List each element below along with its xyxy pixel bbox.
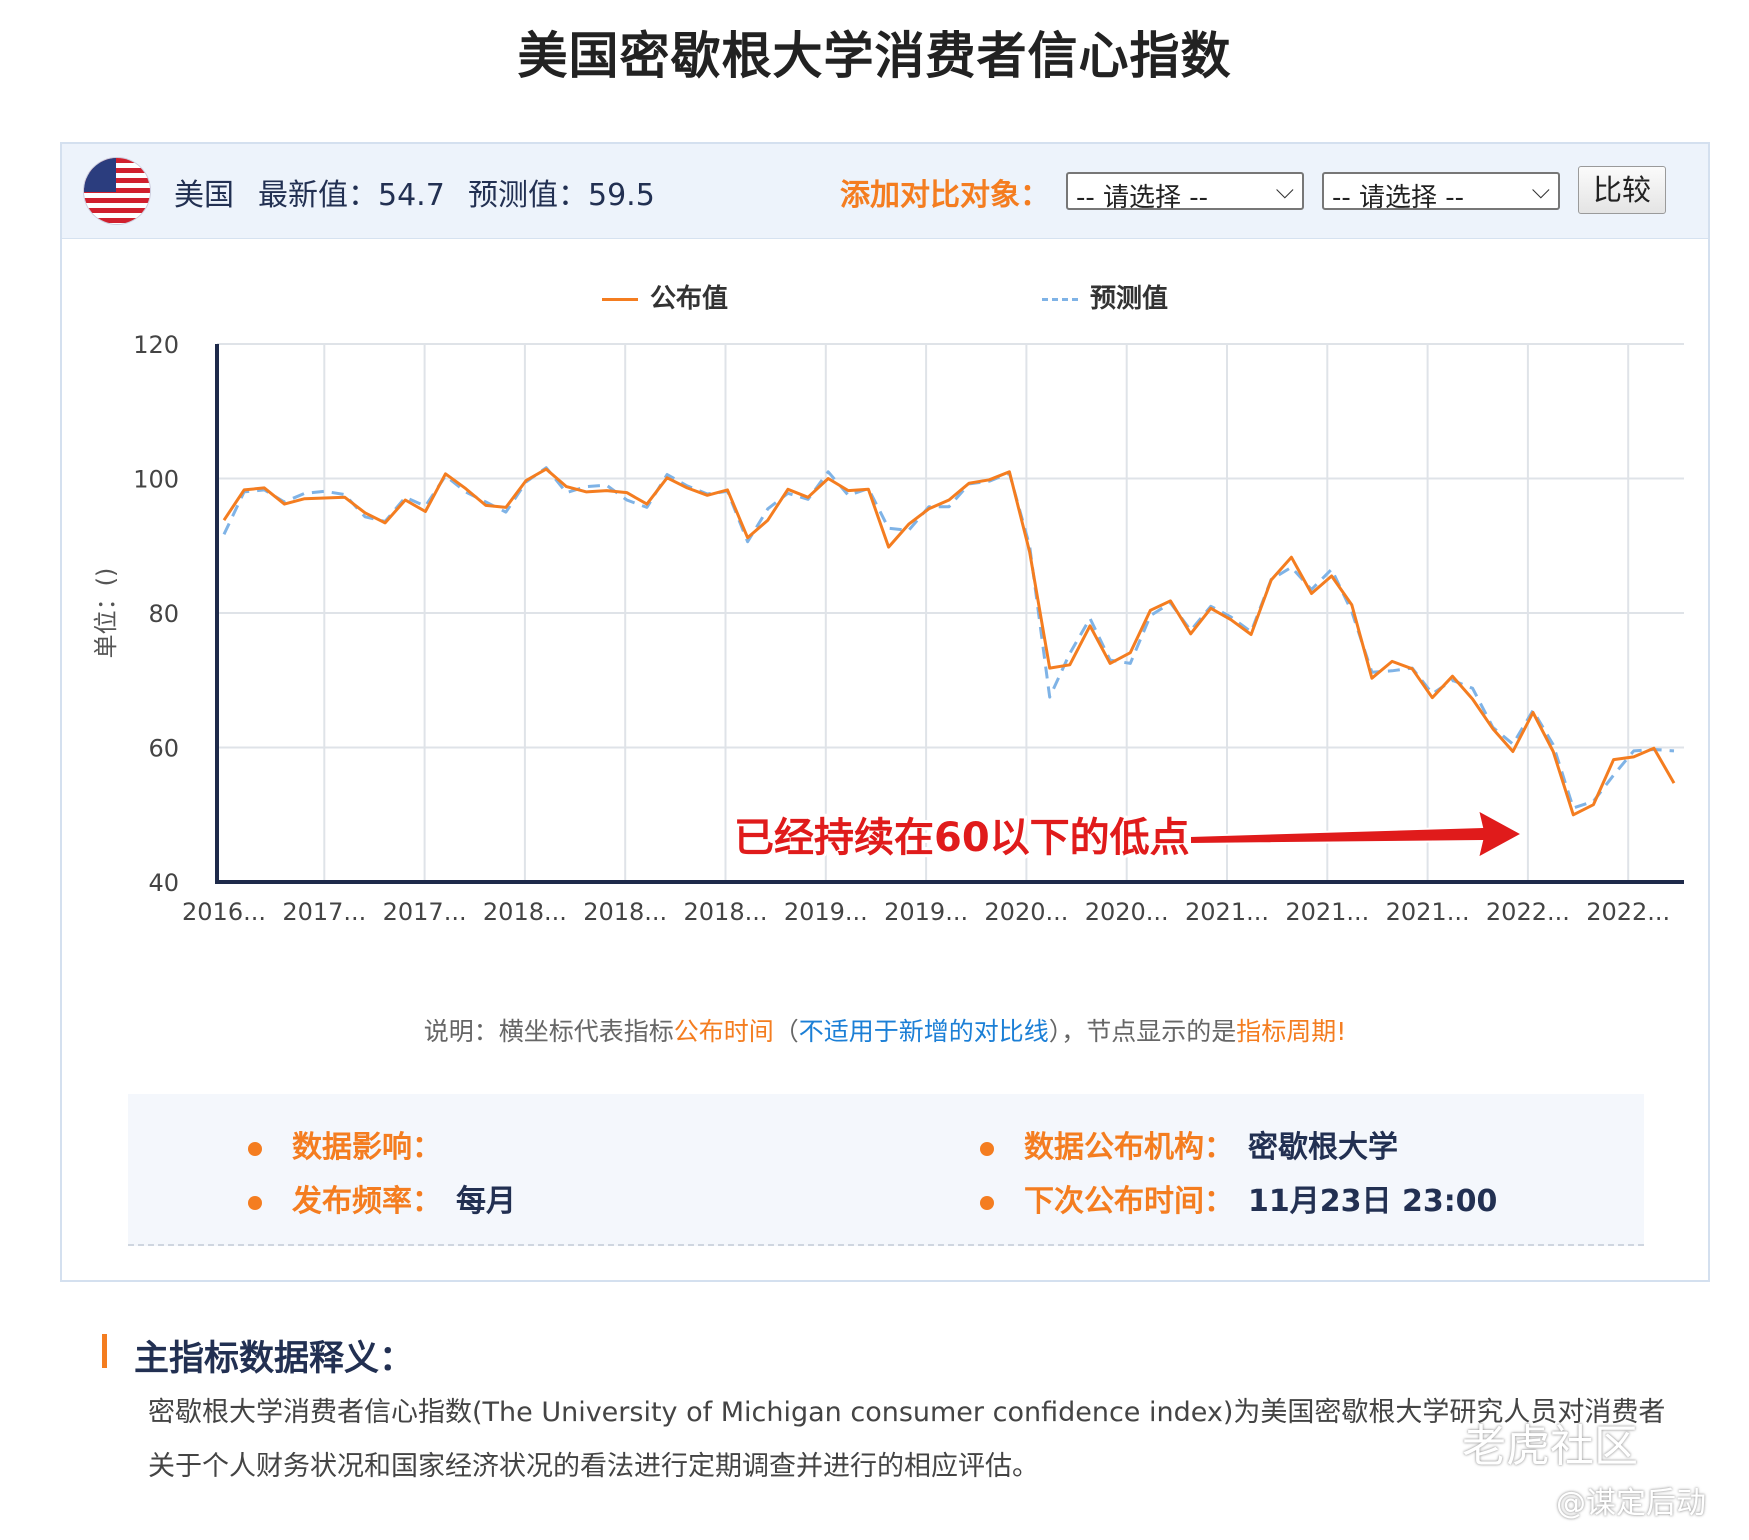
x-tick-label: 2019... [784,898,868,926]
note-text-6: 指标周期 [1236,1017,1337,1046]
series-line-published [222,467,1676,817]
next-release-label: 下次公布时间： [1024,1184,1234,1219]
x-tick-label: 2021... [1386,898,1470,926]
info-impact: 数据影响： [248,1122,456,1166]
info-next-release: 下次公布时间： 11月23日 23:00 [980,1176,1497,1220]
note-text-7: ! [1336,1017,1347,1046]
y-tick-label: 120 [133,331,179,359]
indicator-panel: 美国 最新值：54.7 预测值：59.5 添加对比对象： -- 请选择 -- ⌵… [60,142,1710,1282]
bullet-icon [980,1195,994,1210]
info-box: 数据影响： 发布频率： 每月 数据公布机构： 密歇根大学 下次公布时间： 11月23日… [128,1094,1644,1246]
organization-value: 密歇根大学 [1248,1130,1398,1165]
y-tick-label: 40 [148,869,179,897]
x-tick-label: 2021... [1185,898,1269,926]
watermark-author: @谋定后动 [1556,1486,1706,1521]
x-tick-label: 2018... [583,898,667,926]
info-frequency: 发布频率： 每月 [248,1176,516,1220]
x-tick-label: 2021... [1285,898,1369,926]
line-chart: 40 60 80 100 120 2016... 2017... 2017... 2018...… [92,331,1684,926]
chart-note: 说明：横坐标代表指标公布时间（不适用于新增的对比线），节点显示的是指标周期! [62,1012,1708,1048]
x-tick-label: 2017... [383,898,467,926]
info-organization: 数据公布机构： 密歇根大学 [980,1122,1398,1166]
bullet-icon [980,1141,994,1156]
annotation-arrow [1189,808,1525,860]
page-title: 美国密歇根大学消费者信心指数 [517,27,1232,85]
x-tick-label: 2020... [984,898,1068,926]
x-tick-label: 2022... [1486,898,1570,926]
organization-label: 数据公布机构： [1024,1130,1234,1165]
section-title: 主指标数据释义： [104,1330,414,1381]
next-release-value: 11月23日 23:00 [1248,1184,1498,1219]
y-axis-label: 单位：() [92,568,120,659]
section-title-text: 主指标数据释义： [134,1339,415,1379]
x-tick-label: 2020... [1085,898,1169,926]
bullet-icon [248,1195,262,1210]
y-tick-label: 80 [148,600,179,628]
section-description: 密歇根大学消费者信心指数(The University of Michigan … [148,1397,1666,1482]
y-tick-label: 100 [133,466,179,494]
x-tick-label: 2022... [1586,898,1670,926]
note-text-1: 说明：横坐标代表指标 [423,1017,674,1046]
x-tick-label: 2017... [282,898,366,926]
series-line-forecast [222,466,1675,810]
annotation-text: 已经持续在60以下的低点 [734,815,1190,861]
x-tick-label: 2019... [884,898,968,926]
x-tick-label: 2018... [684,898,768,926]
note-text-5: ），节点显示的是 [1048,1017,1237,1046]
frequency-label: 发布频率： [292,1184,442,1219]
x-tick-label: 2016... [182,898,266,926]
x-tick-label: 2018... [483,898,567,926]
watermark-logo: 老虎社区 [1462,1421,1638,1472]
frequency-value: 每月 [456,1184,516,1219]
impact-label: 数据影响： [292,1130,442,1165]
y-tick-label: 60 [148,735,179,763]
note-text-4: 不适用于新增的对比线 [798,1017,1049,1046]
bullet-icon [248,1141,262,1156]
note-text-3: （ [773,1017,799,1046]
note-text-2: 公布时间 [673,1017,774,1046]
